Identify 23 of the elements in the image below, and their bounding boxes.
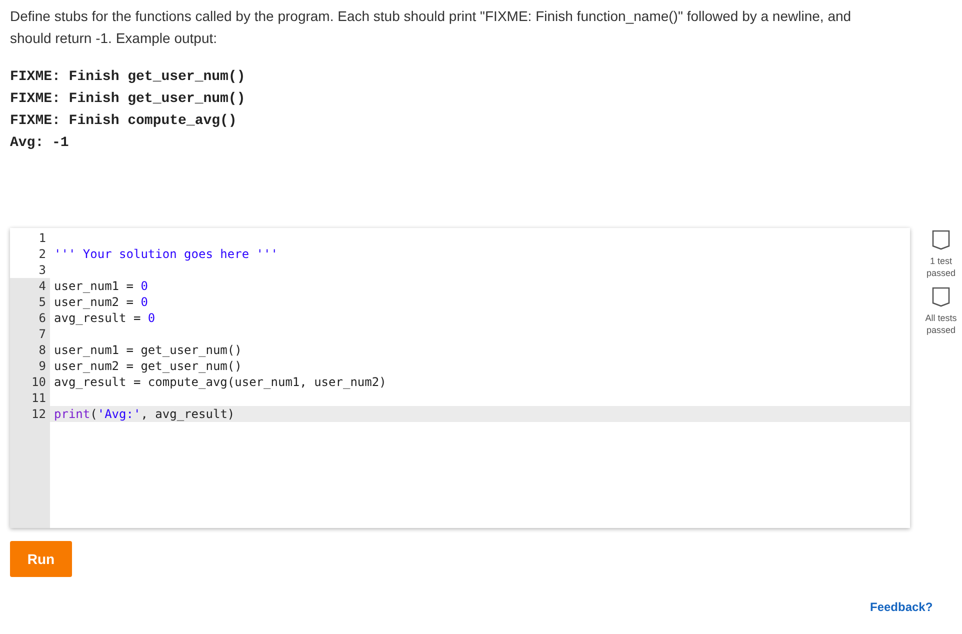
line-number: 7 — [10, 326, 50, 342]
line-number: 9 — [10, 358, 50, 374]
code-line: user_num1 = get_user_num() — [53, 342, 242, 358]
code-line: ''' Your solution goes here ''' — [53, 246, 278, 262]
code-line: avg_result = 0 — [53, 310, 156, 326]
test-status-label: All tests passed — [924, 312, 958, 336]
example-output: FIXME: Finish get_user_num() FIXME: Finish get_user_num() FIXME: Finish compute_avg() Avg: -1 — [10, 68, 246, 153]
code-line: user_num2 = get_user_num() — [53, 358, 242, 374]
line-number: 5 — [10, 294, 50, 310]
code-editor[interactable] — [10, 228, 910, 528]
code-line: user_num2 = 0 — [53, 294, 148, 310]
line-number: 4 — [10, 278, 50, 294]
line-number: 10 — [10, 374, 50, 390]
code-line: avg_result = compute_avg(user_num1, user_num2) — [53, 374, 386, 390]
line-number: 12 — [10, 406, 50, 422]
line-number: 6 — [10, 310, 50, 326]
line-number: 11 — [10, 390, 50, 406]
code-line: print('Avg:', avg_result) — [53, 406, 235, 422]
instructions-text: Define stubs for the functions called by the program. Each stub should print "FIXME: Finish function_name()" followed by a newline, and should return -1. Example output: — [10, 7, 852, 48]
code-line: user_num1 = 0 — [53, 278, 148, 294]
line-number: 8 — [10, 342, 50, 358]
test-status-label: 1 test passed — [925, 255, 957, 279]
feedback-link[interactable]: Feedback? — [870, 598, 933, 616]
